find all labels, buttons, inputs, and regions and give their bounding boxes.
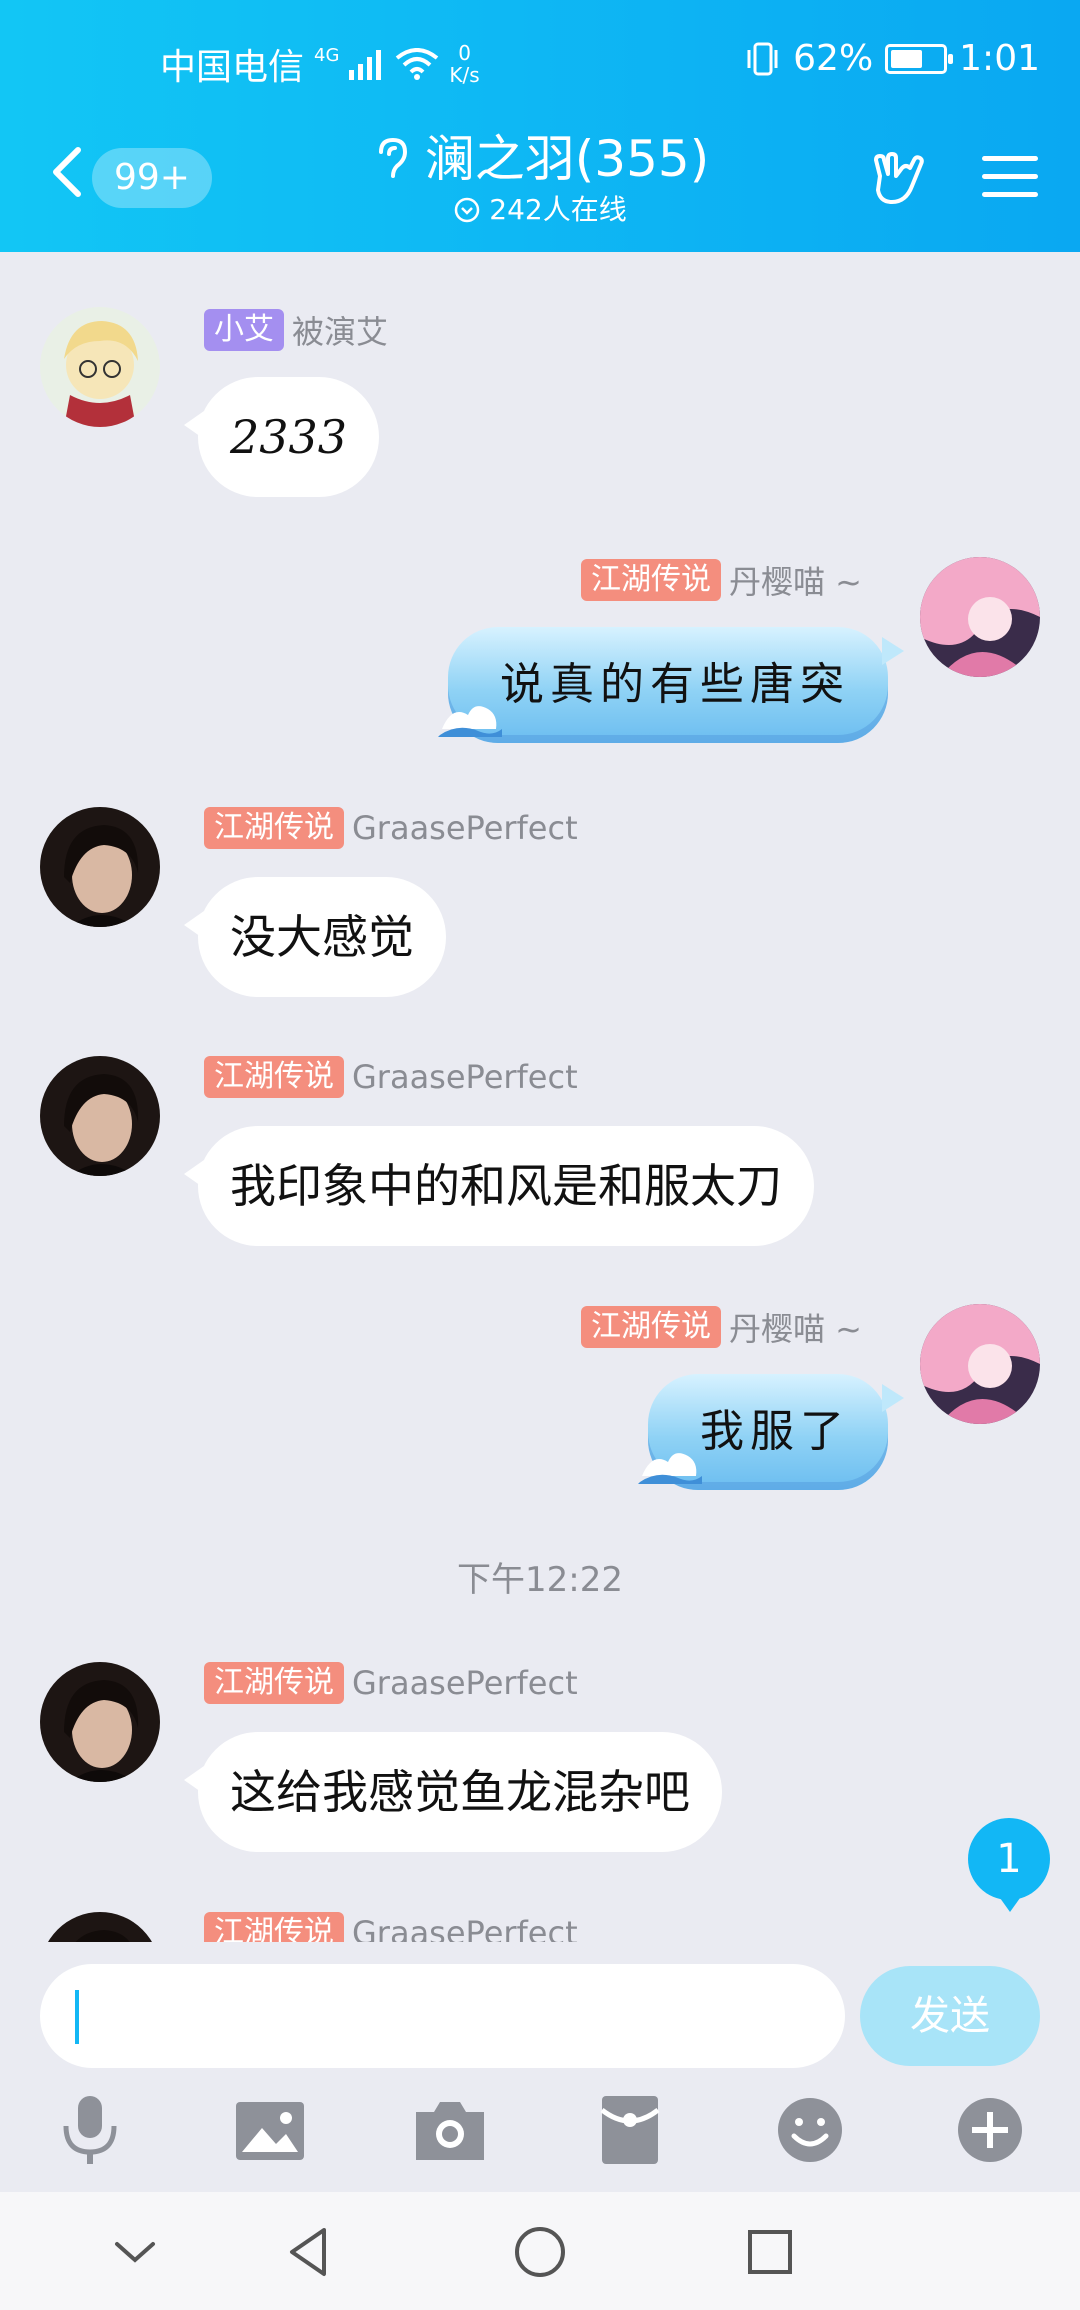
signal-icon xyxy=(349,50,382,80)
member-title-tag: 小艾 xyxy=(204,309,284,351)
composer-toolbar xyxy=(0,2090,1080,2186)
sender-name[interactable]: 被演艾 xyxy=(292,307,388,353)
collapse-icon[interactable] xyxy=(105,2222,165,2282)
network-speed: 0 K/s xyxy=(449,41,480,87)
avatar[interactable] xyxy=(40,807,160,927)
red-packet-icon[interactable] xyxy=(590,2090,670,2170)
message-bubble[interactable]: 我印象中的和风是和服太刀 xyxy=(184,1126,814,1246)
camera-icon[interactable] xyxy=(410,2090,490,2170)
sender-name[interactable]: 丹樱喵 ~ xyxy=(729,557,862,603)
new-message-badge[interactable]: 1 xyxy=(968,1818,1050,1912)
recents-icon[interactable] xyxy=(740,2222,800,2282)
member-title-tag: 江湖传说 xyxy=(204,1662,344,1704)
status-bar: 中国电信 4G 0 K/s 62% 1:01 xyxy=(0,38,1080,88)
avatar[interactable] xyxy=(40,307,160,427)
battery-percent: 62% xyxy=(793,38,874,79)
clock: 1:01 xyxy=(959,38,1040,79)
composer-bar: 发送 xyxy=(0,1942,1080,2192)
member-title-tag: 江湖传说 xyxy=(581,1306,721,1348)
message-bubble[interactable]: 我服了 xyxy=(638,1374,904,1490)
sender-name[interactable]: GraasePerfect xyxy=(352,809,578,847)
send-button[interactable]: 发送 xyxy=(860,1966,1040,2066)
system-navigation-bar xyxy=(0,2192,1080,2310)
chevron-circle-icon xyxy=(455,197,480,223)
plus-icon[interactable] xyxy=(950,2090,1030,2170)
avatar[interactable] xyxy=(920,557,1040,677)
wave-decoration-icon xyxy=(638,1453,702,1484)
wave-decoration-icon xyxy=(438,706,502,737)
home-icon[interactable] xyxy=(510,2222,570,2282)
back-icon[interactable] xyxy=(280,2222,340,2282)
member-title-tag: 江湖传说 xyxy=(204,1056,344,1098)
message-bubble[interactable]: 没大感觉 xyxy=(184,877,446,997)
vibrate-icon xyxy=(747,42,778,75)
image-icon[interactable] xyxy=(230,2090,310,2170)
text-caret xyxy=(75,1990,79,2044)
sender-name[interactable]: GraasePerfect xyxy=(352,1058,578,1096)
microphone-icon[interactable] xyxy=(50,2090,130,2170)
hand-gesture-icon[interactable] xyxy=(866,146,930,210)
member-title-tag: 江湖传说 xyxy=(204,807,344,849)
menu-icon[interactable] xyxy=(982,152,1038,202)
member-title-tag: 江湖传说 xyxy=(204,1912,344,1942)
group-title: 澜之羽(355) xyxy=(424,130,710,188)
network-label: 4G xyxy=(314,44,340,66)
group-title-row[interactable]: 澜之羽(355) xyxy=(371,128,709,190)
ear-icon xyxy=(378,137,407,178)
avatar[interactable] xyxy=(920,1304,1040,1424)
avatar[interactable] xyxy=(40,1056,160,1176)
message-bubble[interactable]: 这给我感觉鱼龙混杂吧 xyxy=(184,1732,722,1852)
emoji-icon[interactable] xyxy=(770,2090,850,2170)
avatar[interactable] xyxy=(40,1662,160,1782)
sender-name[interactable]: GraasePerfect xyxy=(352,1664,578,1702)
time-divider: 下午12:22 xyxy=(457,1560,623,1600)
message-input[interactable] xyxy=(40,1964,845,2068)
message-bubble[interactable]: 2333 xyxy=(183,377,380,497)
battery-icon xyxy=(885,43,954,74)
chat-header: 中国电信 4G 0 K/s 62% 1:01 99+ 澜之羽(355) 242人… xyxy=(0,0,1080,252)
wifi-icon xyxy=(396,48,439,80)
carrier-label: 中国电信 xyxy=(160,47,305,88)
avatar[interactable] xyxy=(40,1912,160,1942)
sender-name[interactable]: GraasePerfect xyxy=(352,1914,578,1942)
member-title-tag: 江湖传说 xyxy=(581,559,721,601)
message-list[interactable]: 小艾 被演艾 2333 江湖传说 丹樱喵 ~ 说真的有些唐突 江湖传说 Graa… xyxy=(0,252,1080,1942)
message-bubble[interactable]: 说真的有些唐突 xyxy=(438,627,904,743)
sender-name[interactable]: 丹樱喵 ~ xyxy=(729,1304,862,1350)
